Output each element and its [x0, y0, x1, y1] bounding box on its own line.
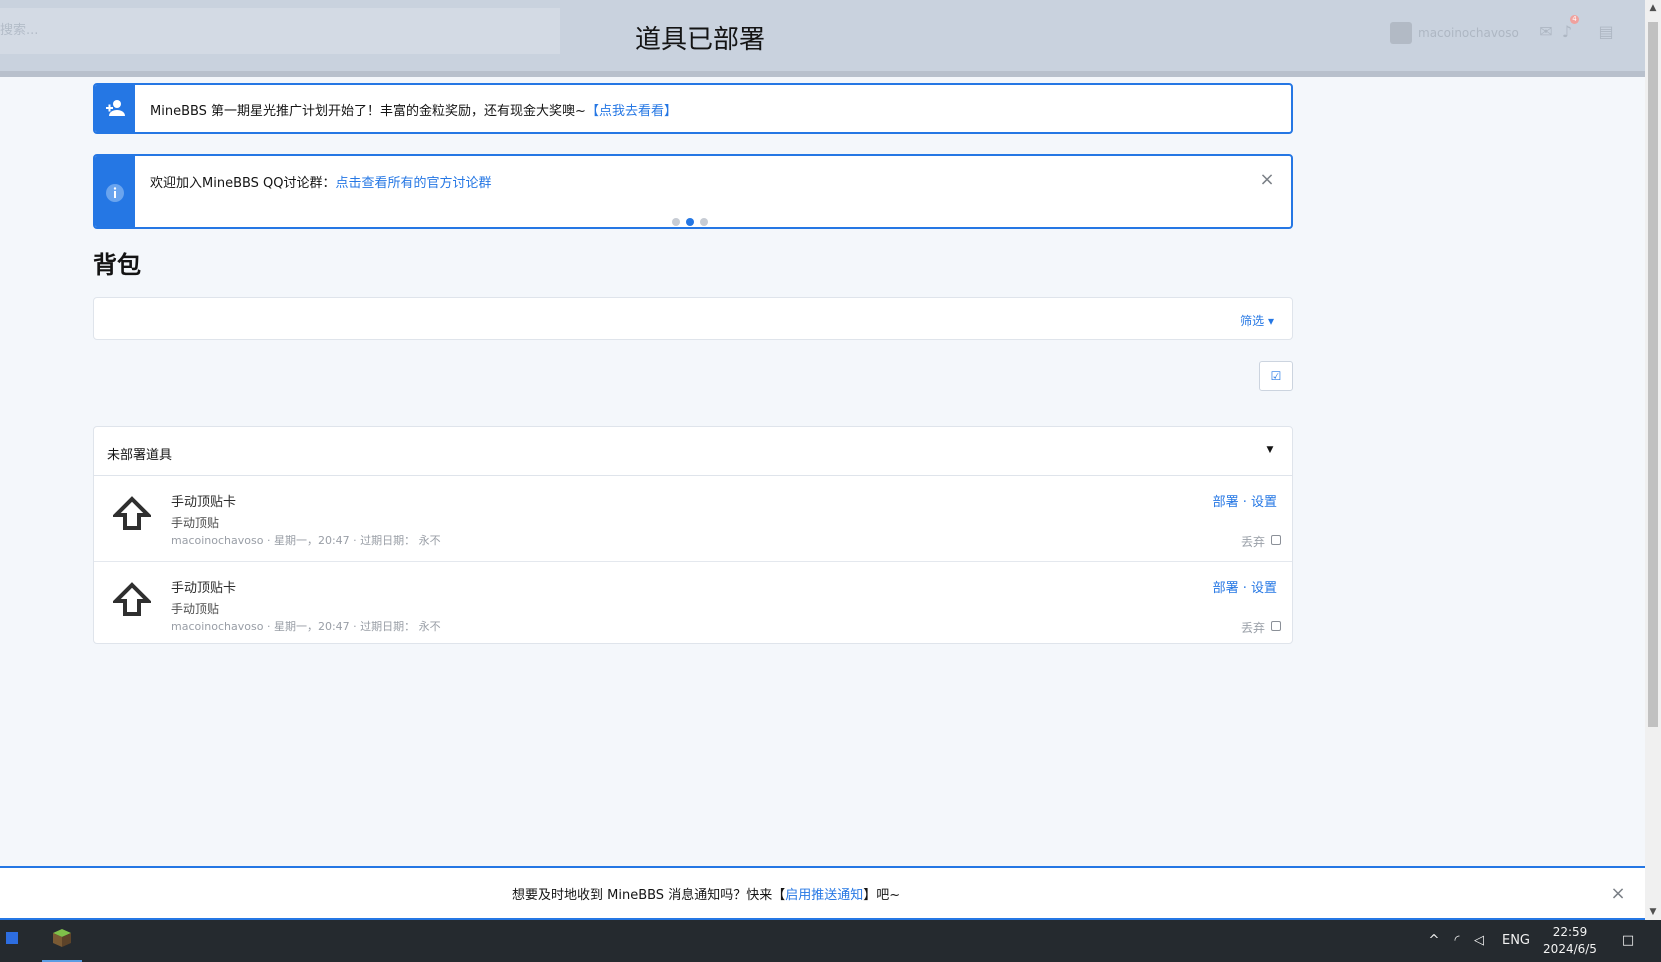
- bell-icon[interactable]: ♪: [1556, 22, 1578, 42]
- item-description: 手动顶贴: [171, 516, 220, 530]
- item-title: 手动顶贴卡: [171, 495, 237, 510]
- carousel-indicators: [672, 218, 708, 226]
- account-name: macoinochavoso: [1418, 26, 1519, 40]
- volume-icon[interactable]: ◁: [1470, 932, 1488, 950]
- clock-time: 22:59: [1552, 925, 1588, 939]
- scroll-down-arrow-icon[interactable]: ▼: [1645, 904, 1661, 920]
- chevron-up-icon[interactable]: ^: [1425, 932, 1443, 950]
- system-clock[interactable]: 22:59 2024/6/5: [1540, 924, 1600, 958]
- site-header: 搜索... 道具已部署 macoinochavoso ✉ ♪ 4 ▤: [0, 0, 1645, 77]
- taskbar-app[interactable]: [0, 920, 24, 962]
- chevron-down-icon[interactable]: ▼: [1265, 445, 1275, 455]
- wifi-icon[interactable]: ◜: [1448, 932, 1466, 950]
- notice-link[interactable]: 点击查看所有的官方讨论群: [336, 176, 492, 191]
- discard-label: 丢弃: [1240, 621, 1265, 635]
- discard-label: 丢弃: [1240, 535, 1265, 549]
- notice-text: MineBBS 第一期星光推广计划开始了！丰富的金粒奖励，还有现金大奖噢~【点我…: [150, 100, 677, 119]
- filter-label: 筛选: [1240, 314, 1265, 328]
- item-meta: macoinochavoso · 星期一，20:47 · 过期日期： 永不: [171, 620, 441, 633]
- item-actions[interactable]: 部署 · 设置: [1213, 491, 1277, 510]
- clock-date: 2024/6/5: [1543, 942, 1597, 956]
- notification-center-icon[interactable]: □: [1619, 932, 1637, 950]
- discard-checkbox[interactable]: [1271, 621, 1281, 631]
- page-title: 背包: [93, 251, 141, 279]
- notice-text: 欢迎加入MineBBS QQ讨论群：点击查看所有的官方讨论群: [150, 172, 492, 191]
- block-header[interactable]: 未部署道具 ▼: [94, 427, 1292, 476]
- item-title: 手动顶贴卡: [171, 581, 237, 596]
- item-actions[interactable]: 部署 · 设置: [1213, 577, 1277, 596]
- mail-icon[interactable]: ✉: [1535, 22, 1557, 42]
- inventory-item: 手动顶贴卡 手动顶贴 macoinochavoso · 星期一，20:47 · …: [94, 561, 1292, 646]
- block-title: 未部署道具: [107, 448, 173, 463]
- chevron-down-icon: ▾: [1264, 314, 1274, 328]
- scrollbar-thumb[interactable]: [1648, 22, 1658, 727]
- close-icon[interactable]: ×: [1610, 885, 1626, 903]
- menu-icon[interactable]: ▤: [1595, 22, 1617, 42]
- qq-notice: 欢迎加入MineBBS QQ讨论群：点击查看所有的官方讨论群 ×: [93, 154, 1293, 229]
- info-icon: [105, 183, 125, 203]
- carousel-dot-active[interactable]: [686, 218, 694, 226]
- close-icon[interactable]: ×: [1259, 171, 1275, 189]
- toast-message: 道具已部署: [634, 25, 765, 55]
- minecraft-taskbar-app[interactable]: [42, 920, 82, 962]
- minecraft-icon: [53, 929, 71, 947]
- checkbox-icon[interactable]: ☑: [1259, 361, 1293, 391]
- search-input[interactable]: 搜索...: [0, 8, 560, 54]
- inventory-block: 未部署道具 ▼ 手动顶贴卡 手动顶贴 macoinochavoso · 星期一，…: [93, 426, 1293, 644]
- item-description: 手动顶贴: [171, 602, 220, 616]
- up-arrow-icon: [113, 582, 151, 616]
- promo-notice: MineBBS 第一期星光推广计划开始了！丰富的金粒奖励，还有现金大奖噢~【点我…: [93, 83, 1293, 134]
- filter-dropdown[interactable]: 筛选 ▾: [1240, 312, 1274, 329]
- discard-checkbox[interactable]: [1271, 535, 1281, 545]
- notice-message: MineBBS 第一期星光推广计划开始了！丰富的金粒奖励，还有现金大奖噢~: [150, 104, 586, 119]
- language-indicator[interactable]: ENG: [1501, 932, 1531, 950]
- scroll-up-arrow-icon[interactable]: ▲: [1645, 0, 1661, 16]
- carousel-dot[interactable]: [700, 218, 708, 226]
- inventory-item: 手动顶贴卡 手动顶贴 macoinochavoso · 星期一，20:47 · …: [94, 476, 1292, 561]
- carousel-dot[interactable]: [672, 218, 680, 226]
- add-user-icon: [105, 98, 125, 118]
- item-meta: macoinochavoso · 星期一，20:47 · 过期日期： 永不: [171, 534, 441, 547]
- up-arrow-icon: [113, 496, 151, 530]
- windows-taskbar: ^ ◜ ◁ ENG 22:59 2024/6/5 □: [0, 920, 1661, 962]
- push-text-after: 】吧~: [863, 888, 901, 903]
- enable-push-link[interactable]: 启用推送通知: [785, 888, 863, 903]
- push-notification-bar: 想要及时地收到 MineBBS 消息通知吗？快来【启用推送通知】吧~ ×: [0, 866, 1645, 920]
- account-menu[interactable]: macoinochavoso: [1390, 21, 1519, 45]
- search-placeholder: 搜索...: [0, 23, 39, 38]
- notice-message: 欢迎加入MineBBS QQ讨论群：: [150, 176, 336, 191]
- avatar: [1390, 22, 1412, 44]
- push-message: 想要及时地收到 MineBBS 消息通知吗？快来【启用推送通知】吧~: [512, 884, 900, 903]
- push-text-before: 想要及时地收到 MineBBS 消息通知吗？快来【: [512, 888, 786, 903]
- notice-link[interactable]: 【点我去看看】: [586, 104, 677, 119]
- notification-badge: 4: [1570, 15, 1579, 24]
- filter-bar: 筛选 ▾: [93, 297, 1293, 340]
- page-scrollbar[interactable]: ▲ ▼: [1645, 0, 1661, 920]
- app-icon: [6, 932, 18, 944]
